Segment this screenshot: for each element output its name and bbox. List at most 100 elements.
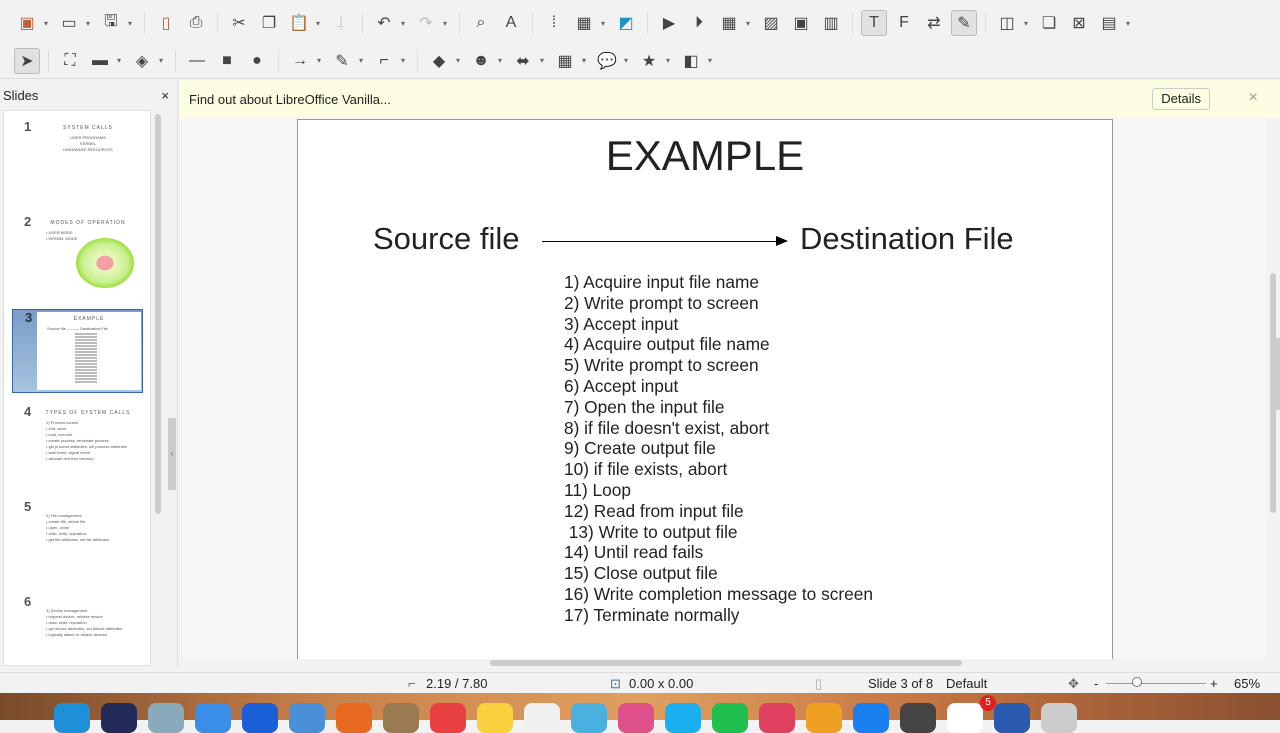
paste-icon[interactable]: 📋 bbox=[286, 10, 312, 36]
slide-thumbnail-3[interactable]: 3 EXAMPLE Source file ——— Destination File bbox=[12, 309, 143, 393]
duplicate-slide-icon[interactable]: ❏ bbox=[1036, 10, 1062, 36]
connector-icon[interactable]: ⌐ bbox=[371, 48, 397, 74]
slide[interactable]: EXAMPLE Source file Destination File 1) … bbox=[297, 119, 1113, 659]
dock-app-icon[interactable] bbox=[524, 703, 560, 733]
dropdown-arrow-icon[interactable]: ▾ bbox=[117, 56, 125, 65]
slide-layout-icon[interactable]: ▤ bbox=[1096, 10, 1122, 36]
cut-icon[interactable]: ✂ bbox=[226, 10, 252, 36]
source-file-label[interactable]: Source file bbox=[373, 221, 519, 257]
dropdown-arrow-icon[interactable]: ▾ bbox=[401, 19, 409, 28]
dock-app-icon[interactable] bbox=[477, 703, 513, 733]
zoom-slider[interactable] bbox=[1106, 683, 1206, 684]
dock-app-icon[interactable] bbox=[712, 703, 748, 733]
ellipse-icon[interactable]: ● bbox=[244, 48, 270, 74]
redo-icon[interactable]: ↷ bbox=[413, 10, 439, 36]
rectangle-icon[interactable]: ■ bbox=[214, 48, 240, 74]
slide-thumbnail-2[interactable]: 2 MODES OF OPERATION • USER MODE • KERNEL M… bbox=[12, 214, 143, 298]
dropdown-arrow-icon[interactable]: ▾ bbox=[159, 56, 167, 65]
arrow-icon[interactable]: → bbox=[287, 48, 313, 74]
dropdown-arrow-icon[interactable]: ▾ bbox=[359, 56, 367, 65]
curve-icon[interactable]: ✎ bbox=[329, 48, 355, 74]
slide-thumbnail-6[interactable]: 6 3) Device management • request device, r… bbox=[12, 594, 143, 665]
print-icon[interactable]: ⎙ bbox=[183, 10, 209, 36]
3d-objects-icon[interactable]: ◧ bbox=[678, 48, 704, 74]
stars-icon[interactable]: ★ bbox=[636, 48, 662, 74]
destination-file-label[interactable]: Destination File bbox=[800, 221, 1014, 257]
dropdown-arrow-icon[interactable]: ▾ bbox=[456, 56, 464, 65]
table-icon[interactable]: ▦ bbox=[716, 10, 742, 36]
spelling-icon[interactable]: A bbox=[498, 10, 524, 36]
slide-thumbnail-4[interactable]: 4 TYPES OF SYSTEM CALLS 1) Process control… bbox=[12, 404, 143, 488]
fill-color-icon[interactable]: ◈ bbox=[129, 48, 155, 74]
zoom-in-button[interactable]: + bbox=[1210, 676, 1218, 691]
media-icon[interactable]: ▣ bbox=[788, 10, 814, 36]
copy-icon[interactable]: ❐ bbox=[256, 10, 282, 36]
steps-list[interactable]: 1) Acquire input file name 2) Write promp… bbox=[564, 272, 873, 626]
dropdown-arrow-icon[interactable]: ▾ bbox=[44, 19, 52, 28]
dropdown-arrow-icon[interactable]: ▾ bbox=[624, 56, 632, 65]
dock-app-icon[interactable] bbox=[806, 703, 842, 733]
open-icon[interactable]: ▭ bbox=[56, 10, 82, 36]
undo-icon[interactable]: ↶ bbox=[371, 10, 397, 36]
dropdown-arrow-icon[interactable]: ▾ bbox=[128, 19, 136, 28]
dock-app-icon[interactable] bbox=[900, 703, 936, 733]
zoom-pan-icon[interactable]: ⛶ bbox=[57, 48, 83, 74]
dropdown-arrow-icon[interactable]: ▾ bbox=[666, 56, 674, 65]
dropdown-arrow-icon[interactable]: ▾ bbox=[1024, 19, 1032, 28]
dropdown-arrow-icon[interactable]: ▾ bbox=[1126, 19, 1134, 28]
collapse-pane-handle[interactable]: ‹ bbox=[168, 418, 176, 490]
delete-slide-icon[interactable]: ⊠ bbox=[1066, 10, 1092, 36]
clone-icon[interactable]: ⍊ bbox=[328, 10, 354, 36]
dropdown-arrow-icon[interactable]: ▾ bbox=[746, 19, 754, 28]
dropdown-arrow-icon[interactable]: ▾ bbox=[582, 56, 590, 65]
slide-thumbnail-5[interactable]: 5 2) File management • create file, delete… bbox=[12, 499, 143, 583]
chart-icon[interactable]: ▥ bbox=[818, 10, 844, 36]
master-slide[interactable]: Default bbox=[946, 676, 987, 691]
fit-slide-icon[interactable]: ✥ bbox=[1068, 676, 1079, 692]
line-icon[interactable]: — bbox=[184, 48, 210, 74]
slide-thumbnail-1[interactable]: 1 SYSTEM CALLS USER PROGRAMS KERNEL HARDWARE… bbox=[12, 119, 143, 203]
grid-icon[interactable]: ⁞ bbox=[541, 10, 567, 36]
zoom-slider-thumb[interactable] bbox=[1132, 677, 1142, 687]
dropdown-arrow-icon[interactable]: ▾ bbox=[601, 19, 609, 28]
dock-app-icon[interactable] bbox=[383, 703, 419, 733]
basic-shapes-icon[interactable]: ◆ bbox=[426, 48, 452, 74]
dropdown-arrow-icon[interactable]: ▾ bbox=[317, 56, 325, 65]
line-color-icon[interactable]: ▬ bbox=[87, 48, 113, 74]
flowchart-icon[interactable]: ▦ bbox=[552, 48, 578, 74]
comment-icon[interactable]: ◩ bbox=[613, 10, 639, 36]
slide-title[interactable]: EXAMPLE bbox=[298, 132, 1112, 180]
dock-app-icon[interactable] bbox=[336, 703, 372, 733]
new-slide-icon[interactable]: ◫ bbox=[994, 10, 1020, 36]
dropdown-arrow-icon[interactable]: ▾ bbox=[708, 56, 716, 65]
close-icon[interactable]: × bbox=[161, 88, 169, 103]
dock-app-icon[interactable] bbox=[1041, 703, 1077, 733]
arrow-connector[interactable] bbox=[542, 236, 788, 246]
horizontal-scrollbar[interactable] bbox=[490, 660, 962, 666]
details-button[interactable]: Details bbox=[1152, 88, 1210, 110]
callout-icon[interactable]: 💬 bbox=[594, 48, 620, 74]
dock-app-icon[interactable] bbox=[195, 703, 231, 733]
fontwork-icon[interactable]: F bbox=[891, 10, 917, 36]
select-icon[interactable]: ➤ bbox=[14, 47, 40, 74]
dropdown-arrow-icon[interactable]: ▾ bbox=[86, 19, 94, 28]
from-current-icon[interactable]: ⏵ bbox=[686, 10, 712, 36]
dropdown-arrow-icon[interactable]: ▾ bbox=[540, 56, 548, 65]
dock-app-icon[interactable] bbox=[665, 703, 701, 733]
symbol-shapes-icon[interactable]: ☻ bbox=[468, 48, 494, 74]
dock-app-icon[interactable] bbox=[853, 703, 889, 733]
image-icon[interactable]: ▨ bbox=[758, 10, 784, 36]
dock-app-icon[interactable] bbox=[242, 703, 278, 733]
find-icon[interactable]: ⌕ bbox=[468, 10, 494, 36]
textbox-icon[interactable]: T bbox=[861, 10, 887, 36]
dock-app-icon[interactable] bbox=[148, 703, 184, 733]
presentation-icon[interactable]: ▣ bbox=[14, 10, 40, 36]
zoom-out-button[interactable]: - bbox=[1094, 676, 1098, 691]
start-slideshow-icon[interactable]: ▶ bbox=[656, 10, 682, 36]
dock-app-icon[interactable] bbox=[571, 703, 607, 733]
dock-app-icon[interactable] bbox=[430, 703, 466, 733]
dock-app-icon[interactable] bbox=[994, 703, 1030, 733]
dock-app-icon[interactable] bbox=[618, 703, 654, 733]
dock-app-icon[interactable] bbox=[54, 703, 90, 733]
dropdown-arrow-icon[interactable]: ▾ bbox=[316, 19, 324, 28]
